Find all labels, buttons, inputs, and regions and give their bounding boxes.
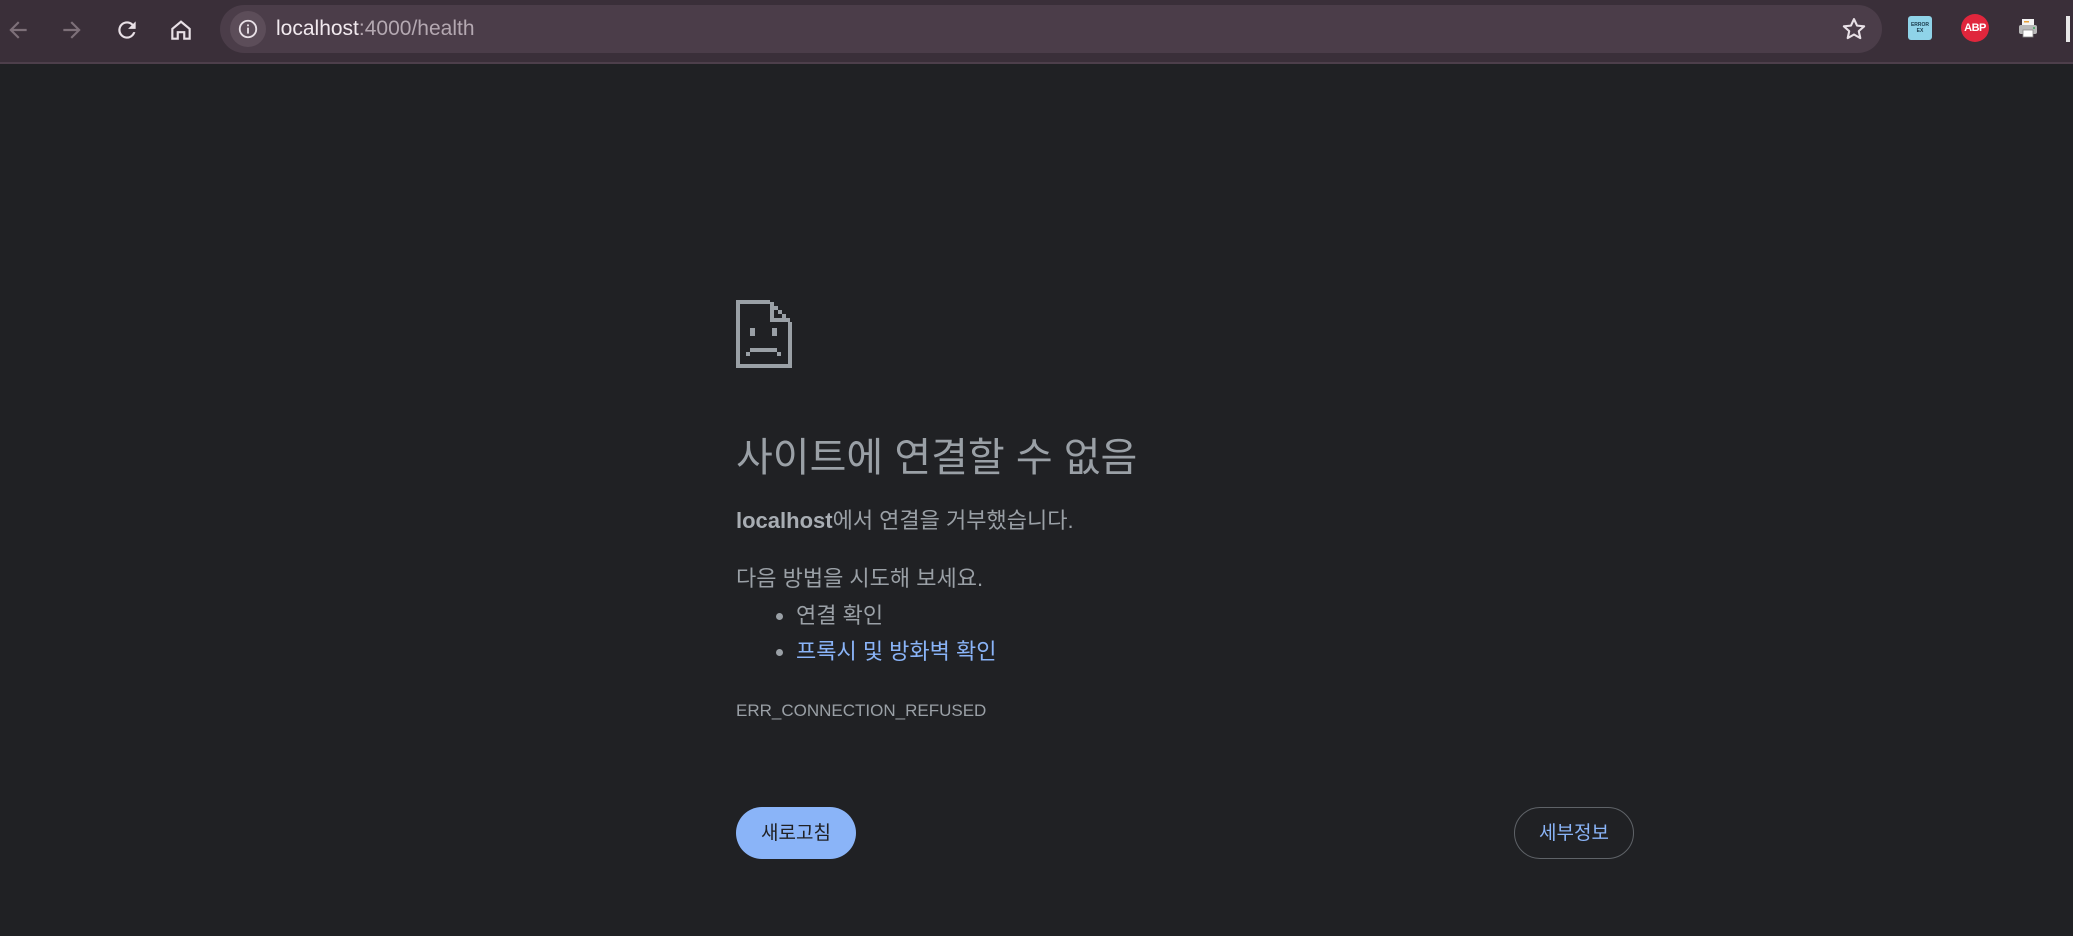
url-text[interactable]: localhost:4000/health xyxy=(276,17,475,41)
address-bar[interactable]: localhost:4000/health xyxy=(220,5,1882,53)
refresh-icon xyxy=(118,21,136,39)
printer-icon[interactable] xyxy=(2014,14,2042,42)
adblock-plus-icon[interactable]: ABP xyxy=(1961,14,1989,42)
cc-ext-label: ERROR EX xyxy=(1910,22,1930,34)
arrow-left-icon xyxy=(9,21,27,39)
error-message-text: 에서 연결을 거부했습니다. xyxy=(832,508,1074,533)
details-button[interactable]: 세부정보 xyxy=(1514,807,1634,859)
printer-glyph-icon xyxy=(2019,19,2037,38)
url-path: :4000/health xyxy=(358,17,475,40)
suggestions-heading: 다음 방법을 시도해 보세요. xyxy=(736,566,984,591)
reload-button[interactable]: 새로고침 xyxy=(736,807,856,859)
extension-partial-icon[interactable] xyxy=(2066,16,2070,42)
home-button[interactable] xyxy=(161,10,201,50)
url-host: localhost xyxy=(276,17,359,40)
info-icon xyxy=(238,19,258,39)
error-code: ERR_CONNECTION_REFUSED xyxy=(736,701,987,720)
site-info-button[interactable] xyxy=(230,11,266,47)
bookmark-star-icon[interactable] xyxy=(1840,15,1868,43)
error-host: localhost xyxy=(736,508,833,533)
reload-toolbar-button[interactable] xyxy=(107,10,147,50)
home-icon xyxy=(171,20,191,40)
arrow-right-icon xyxy=(63,21,81,39)
cc-ext-icon[interactable]: ERROR EX xyxy=(1908,16,1932,40)
sad-file-icon xyxy=(736,300,792,368)
back-button[interactable] xyxy=(0,10,38,50)
browser-toolbar: localhost:4000/health ERROR EX ABP xyxy=(0,0,2073,64)
forward-button[interactable] xyxy=(52,10,92,50)
error-title: 사이트에 연결할 수 없음 xyxy=(736,436,1138,480)
suggestion-check-proxy-link[interactable]: 프록시 및 방화벽 확인 xyxy=(796,634,997,670)
abp-label: ABP xyxy=(1964,22,1986,34)
suggestion-check-connection: 연결 확인 xyxy=(796,598,997,634)
error-message: localhost에서 연결을 거부했습니다. xyxy=(736,507,1074,535)
suggestions-list: 연결 확인 프록시 및 방화벽 확인 xyxy=(736,598,997,670)
